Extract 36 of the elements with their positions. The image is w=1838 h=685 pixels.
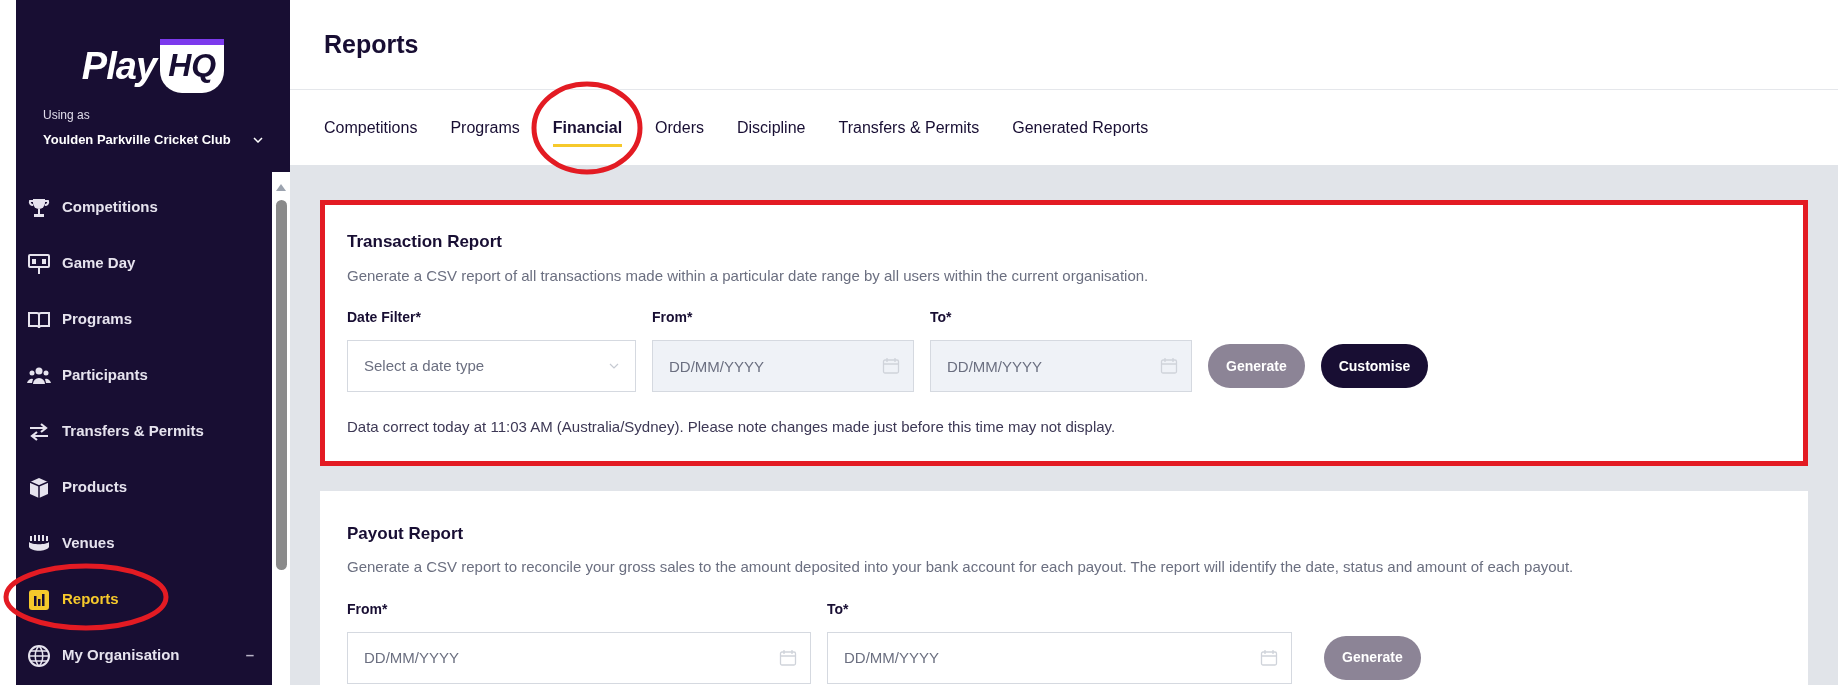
report-tab[interactable]: Programs [450,108,520,147]
field-label: From* [652,308,694,327]
report-tab[interactable]: Orders [655,108,704,147]
sidebar-nav-item[interactable]: Venues [16,515,272,572]
date-field[interactable]: DD/MM/YYYY [652,340,914,392]
card-title: Payout Report [347,522,465,545]
customise-button[interactable]: Customise [1320,344,1429,388]
field-label: To* [930,308,953,327]
page-title: Reports [324,28,419,60]
sidebar-nav-item[interactable]: Products [16,459,272,516]
field-label: From* [347,599,389,619]
field-label: Date Filter* [347,308,422,327]
sidebar-nav-item[interactable]: My Organisation – [16,627,272,684]
date-field[interactable]: DD/MM/YYYY [347,631,811,684]
sidebar-nav-item[interactable]: Competitions [16,179,272,236]
report-tab[interactable]: Competitions [324,108,418,147]
sidebar-nav-item[interactable]: Participants [16,347,272,404]
date-type-dropdown[interactable]: Select a date type [347,340,636,392]
sidebar-nav-item[interactable]: Reports [16,571,272,628]
sidebar-nav-item[interactable]: Transfers & Permits [16,403,272,460]
report-tab[interactable]: Generated Reports [1012,108,1149,147]
card-title: Transaction Report [347,231,503,253]
data-note: Data correct today at 11:03 AM (Australia/Sydney). Please note changes made just before this time may not display. [347,417,1117,437]
date-field[interactable]: DD/MM/YYYY [827,631,1292,684]
field-label: To* [827,599,850,619]
card-description: Generate a CSV report of all transactions made within a particular date range by all users within the current organisation. [347,265,1150,286]
sidebar-nav-item[interactable]: Game Day [16,235,272,292]
report-tab[interactable]: Transfers & Permits [838,108,980,147]
using-as-label: Using as [43,107,91,124]
report-tab[interactable]: Discipline [737,108,806,147]
playhq-logo: Play HQ [81,26,225,106]
date-field[interactable]: DD/MM/YYYY [930,340,1192,392]
sidebar-nav-item[interactable]: Programs [16,291,272,348]
card-description: Generate a CSV report to reconcile your gross sales to the amount deposited into your bank account for each payout. The report will identify the date, status and amount of each payout. [347,557,1575,577]
organisation-switcher[interactable]: Youlden Parkville Cricket Club [43,130,263,150]
collapse-sign: – [245,645,254,666]
